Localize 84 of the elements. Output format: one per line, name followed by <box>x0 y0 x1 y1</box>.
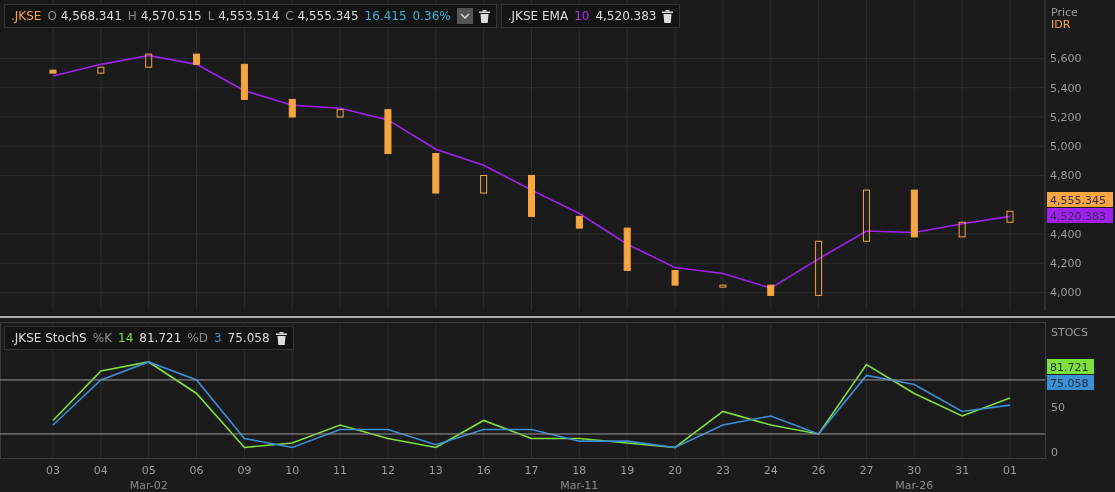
symbol-label: .JKSE <box>11 9 42 23</box>
date-label: 05 <box>141 464 156 477</box>
trash-icon[interactable] <box>478 9 490 23</box>
axis-tick-label: 4,400 <box>1050 227 1082 241</box>
axis-tick-label: 5,600 <box>1050 52 1082 66</box>
currency-label: IDR <box>1051 18 1071 31</box>
period-value: 3 <box>213 331 222 345</box>
axis-tick-label: 5,000 <box>1050 140 1082 154</box>
k-label: %K <box>92 331 112 345</box>
date-label: 20 <box>668 464 683 477</box>
candlestick <box>623 227 631 271</box>
date-label: 31 <box>955 464 970 477</box>
ohlc-value: O 4,568.341 <box>47 9 122 23</box>
d-label: %D <box>187 331 208 345</box>
candlestick <box>193 53 201 65</box>
candlestick <box>336 109 344 118</box>
date-label: 17 <box>524 464 539 477</box>
candlestick <box>528 174 535 217</box>
indicator-name: .JKSE EMA <box>507 9 569 23</box>
date-label: 23 <box>715 464 730 477</box>
axis-tick-label: 50 <box>1051 400 1065 414</box>
month-label: Mar-02 <box>129 479 168 492</box>
candlestick <box>432 153 440 194</box>
candlestick <box>671 270 679 286</box>
ohlc-value: H 4,570.515 <box>127 9 202 23</box>
candlestick <box>288 98 296 118</box>
date-label: 27 <box>859 464 874 477</box>
date-label: 18 <box>572 464 587 477</box>
indicator-value: 75.058 <box>227 331 270 345</box>
axis-tick-label: 5,400 <box>1050 81 1082 95</box>
date-label: 16 <box>476 464 491 477</box>
indicator-badge: 81.721 <box>1047 359 1094 374</box>
date-label: 24 <box>763 464 778 477</box>
date-label: 10 <box>285 464 300 477</box>
chevron-icon <box>459 13 470 19</box>
date-label: 09 <box>237 464 252 477</box>
date-label: 06 <box>189 464 204 477</box>
date-label: 13 <box>428 464 443 477</box>
candlestick <box>910 189 918 238</box>
candlestick <box>575 215 583 229</box>
date-label: 01 <box>1003 464 1017 477</box>
indicator-value: 81.721 <box>139 331 182 345</box>
candlestick <box>958 221 966 238</box>
period-value: 14 <box>118 331 134 345</box>
candlestick <box>145 53 153 68</box>
date-label: 19 <box>620 464 635 477</box>
indicator-badge: 75.058 <box>1047 375 1094 390</box>
month-label: Mar-11 <box>560 479 599 492</box>
candlestick <box>1006 210 1014 223</box>
candlestick <box>49 69 57 74</box>
indicator-name: .JKSE StochS <box>11 331 87 345</box>
month-label: Mar-26 <box>895 479 934 492</box>
axis-tick-label: 5,200 <box>1050 111 1082 124</box>
change-percent: 0.36% <box>412 9 451 23</box>
candlestick <box>815 240 823 296</box>
ohlc-value: C 4,555.345 <box>285 9 359 23</box>
date-label: 03 <box>46 464 60 477</box>
date-label: 04 <box>93 464 108 477</box>
candlestick <box>862 189 870 242</box>
axis-tick-label: 4,800 <box>1050 169 1082 183</box>
candlestick <box>767 284 775 296</box>
candlestick <box>97 66 105 74</box>
trash-icon[interactable] <box>662 9 674 23</box>
date-label: 12 <box>380 464 395 477</box>
date-label: 26 <box>811 464 826 477</box>
indicator-value: 4,520.383 <box>595 9 657 23</box>
axis-tick-label: 0 <box>1051 445 1058 459</box>
candlestick <box>384 109 392 155</box>
date-label: 30 <box>907 464 922 477</box>
axis-tick-label: 4,000 <box>1050 286 1082 300</box>
trash-icon[interactable] <box>275 331 287 345</box>
candlestick <box>480 174 488 194</box>
candlestick <box>240 63 248 100</box>
ohlc-value: L 4,553.514 <box>207 9 280 23</box>
change-value: 16.415 <box>364 9 407 23</box>
price-badge: 4,520.383 <box>1047 208 1113 223</box>
axis-title: STOCS <box>1051 326 1089 339</box>
candlestick <box>719 284 727 288</box>
axis-title: Price <box>1051 6 1078 19</box>
dropdown-button[interactable] <box>456 8 473 24</box>
price-badge: 4,555.345 <box>1047 192 1113 207</box>
date-label: 11 <box>333 464 348 477</box>
period-value: 10 <box>574 9 590 23</box>
axis-tick-label: 4,200 <box>1050 257 1082 271</box>
